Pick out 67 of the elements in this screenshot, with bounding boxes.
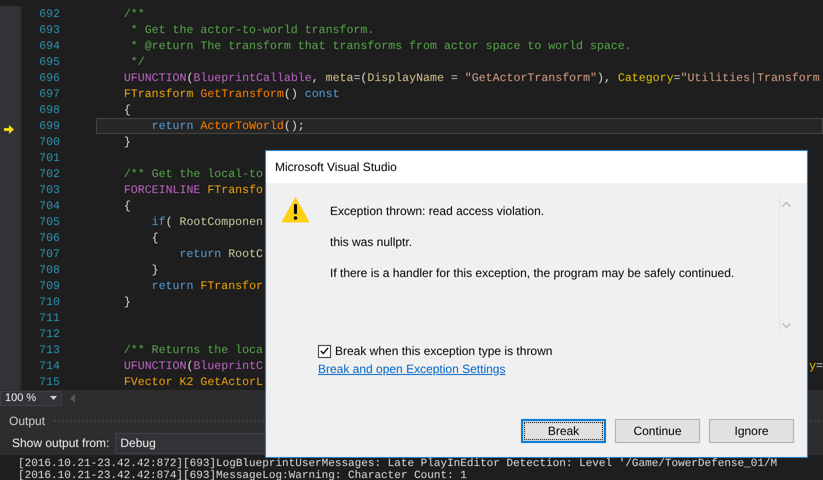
line-number: 698 [38, 104, 60, 116]
code-line: UFUNCTION(BlueprintC [122, 360, 263, 372]
line-number: 694 [38, 40, 60, 52]
code-line: /** Returns the loca [122, 344, 263, 356]
exception-message: this was nullptr. [330, 235, 414, 249]
code-line: } [150, 264, 159, 276]
code-line: return FTransfor [150, 280, 263, 292]
line-number: 708 [38, 264, 60, 276]
line-number: 702 [38, 168, 60, 180]
scroll-left-icon[interactable] [70, 394, 75, 402]
code-line: FVector K2 GetActorL [122, 376, 263, 388]
line-number: 693 [38, 24, 60, 36]
scroll-down-icon[interactable] [782, 323, 791, 329]
line-number: 713 [38, 344, 60, 356]
line-number: 697 [38, 88, 60, 100]
line-number: 711 [38, 312, 60, 324]
code-line: */ [130, 56, 145, 68]
dialog-button[interactable]: Ignore [709, 419, 794, 443]
line-number: 715 [38, 376, 60, 388]
code-line: } [122, 136, 131, 148]
dialog-button[interactable]: Continue [615, 419, 700, 443]
output-line: [2016.10.21-23.42.42:872][693]LogBlueprintUserMessages: Late PlayInEditor Detection: Level '/Game/TowerDefense_01/M [18, 458, 778, 470]
exception-message: If there is a handler for this exception, the program may be safely continued. [330, 266, 736, 280]
code-line: * Get the actor-to-world transform. [130, 24, 374, 36]
line-number: 701 [38, 152, 60, 164]
zoom-dropdown[interactable]: 100 % [0, 390, 62, 406]
line-number: 696 [38, 72, 60, 84]
code-line: /** [122, 8, 145, 20]
code-line: UFUNCTION(BlueprintCallable, meta=(DisplayName = "GetActorTransform"), Category="Utilities|Transform [122, 72, 820, 84]
code-line: if( RootComponen [150, 216, 263, 228]
line-number: 705 [38, 216, 60, 228]
code-line: /** Get the local-to [122, 168, 263, 180]
panel-title: Output [9, 414, 46, 428]
code-line: { [122, 104, 131, 116]
line-number: 700 [38, 136, 60, 148]
code-line: { [122, 200, 131, 212]
line-number: 710 [38, 296, 60, 308]
output-line: [2016.10.21-23.42.42:874][693]MessageLog:Warning: Character Count: 1 [18, 470, 468, 480]
line-number: 712 [38, 328, 60, 340]
exception-settings-link[interactable]: Break and open Exception Settings [318, 362, 506, 376]
checkbox-label[interactable]: Break when this exception type is thrown [335, 344, 552, 358]
arrow-icon [4, 125, 14, 134]
exception-message: Exception thrown: read access violation. [330, 204, 546, 218]
line-number: 695 [38, 56, 60, 68]
code-line: FORCEINLINE FTransfo [122, 184, 263, 196]
line-number: 704 [38, 200, 60, 212]
output-source-label: Show output from: [12, 436, 110, 450]
line-number: 692 [38, 8, 60, 20]
line-number: 706 [38, 232, 60, 244]
line-number: 707 [38, 248, 60, 260]
line-number: 699 [38, 120, 60, 132]
code-line: { [150, 232, 159, 244]
code-fragment: y= [809, 360, 823, 372]
code-line: return RootC [178, 248, 263, 260]
caret-icon [50, 396, 57, 400]
line-number: 714 [38, 360, 60, 372]
line-number: 709 [38, 280, 60, 292]
code-line: } [122, 296, 131, 308]
warning-icon [281, 195, 310, 224]
checkbox[interactable] [318, 344, 331, 358]
code-line: FTransform GetTransform() const [122, 88, 340, 100]
line-number: 703 [38, 184, 60, 196]
scroll-up-icon[interactable] [782, 201, 791, 207]
code-line: return ActorToWorld(); [150, 120, 305, 132]
dialog-button[interactable]: Break [521, 419, 606, 443]
code-line: * @return The transform that transforms from actor space to world space. [130, 40, 632, 52]
dialog-title: Microsoft Visual Studio [275, 160, 397, 174]
